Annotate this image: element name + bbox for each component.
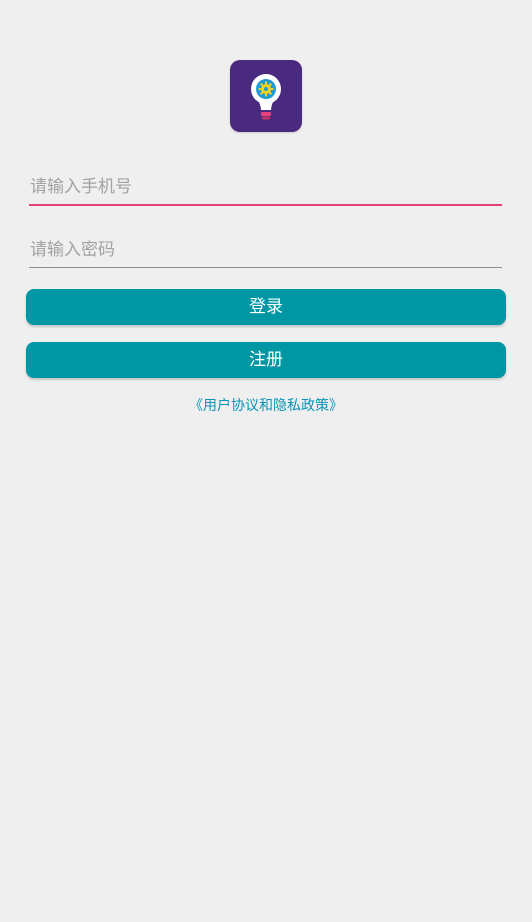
phone-number-input[interactable]	[29, 170, 502, 206]
register-button[interactable]: 注册	[26, 342, 506, 378]
app-logo	[230, 60, 302, 132]
login-button[interactable]: 登录	[26, 289, 506, 325]
user-agreement-privacy-policy-link[interactable]: 《用户协议和隐私政策》	[0, 396, 532, 416]
lightbulb-gear-icon	[251, 74, 281, 120]
password-input[interactable]	[29, 232, 502, 268]
